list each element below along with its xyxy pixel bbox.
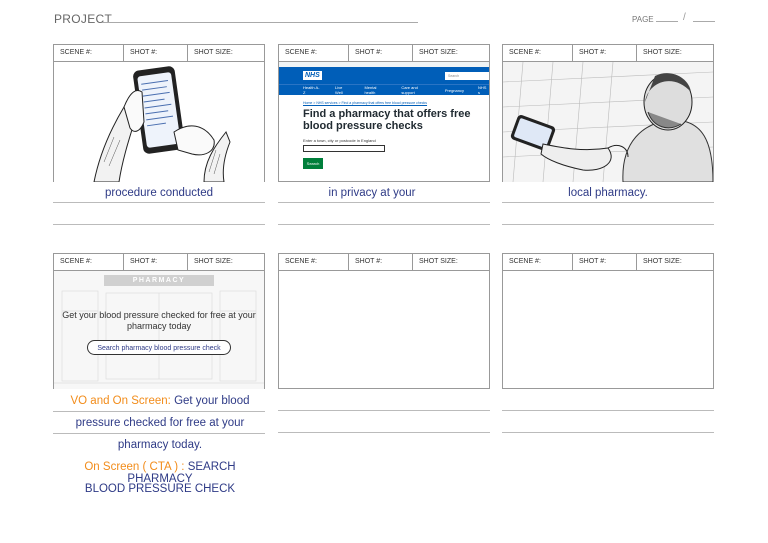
vo-label: VO and On Screen: xyxy=(70,395,171,407)
frame-image-empty xyxy=(503,271,713,389)
frame-image-empty xyxy=(279,271,489,389)
cta-line-1: On Screen ( CTA ) : SEARCH PHARMACY xyxy=(54,461,266,485)
shot-label: SHOT #: xyxy=(349,254,413,270)
page-total-line xyxy=(693,21,715,22)
caption-line xyxy=(53,224,265,225)
frame-header: SCENE #: SHOT #: SHOT SIZE: xyxy=(54,254,264,271)
storyboard-frame-4: SCENE #: SHOT #: SHOT SIZE: PHARMACY Get… xyxy=(53,253,265,389)
nhs-nav-item: Live Well xyxy=(335,85,343,95)
caption-line xyxy=(502,202,714,203)
storyboard-frame-3: SCENE #: SHOT #: SHOT SIZE: xyxy=(502,44,714,182)
nhs-logo: NHS xyxy=(303,71,322,80)
pharmacy-sign: PHARMACY xyxy=(104,275,214,286)
nhs-search-input: Search xyxy=(445,72,489,80)
man-looking-at-phone-illustration xyxy=(503,62,713,182)
nhs-postcode-input xyxy=(303,145,385,152)
caption-line xyxy=(53,411,265,412)
frame-image-man-phone xyxy=(503,62,713,182)
nhs-input-label: Enter a town, city or postcode in Englan… xyxy=(303,138,376,143)
cta-line-2: BLOOD PRESSURE CHECK xyxy=(84,483,236,495)
caption-line xyxy=(278,224,490,225)
frame-1-caption: procedure conducted xyxy=(104,187,214,199)
caption-line xyxy=(53,202,265,203)
shot-size-label: SHOT SIZE: xyxy=(643,258,682,265)
scene-label: SCENE #: xyxy=(279,45,349,61)
pharmacy-cta-text: Get your blood pressure checked for free… xyxy=(62,310,256,331)
pharmacy-cta-button: Search pharmacy blood pressure check xyxy=(87,340,231,355)
project-name-line xyxy=(102,22,418,23)
storyboard-frame-5: SCENE #: SHOT #: SHOT SIZE: xyxy=(278,253,490,389)
frame-2-caption: in privacy at your xyxy=(328,187,416,199)
page-number-line xyxy=(656,21,678,22)
caption-line xyxy=(502,410,714,411)
storyboard-frame-1: SCENE #: SHOT #: SHOT SIZE: xyxy=(53,44,265,182)
frame-header: SCENE #: SHOT #: SHOT SIZE: xyxy=(54,45,264,62)
hands-holding-phone-illustration xyxy=(54,62,264,182)
scene-label: SCENE #: xyxy=(54,254,124,270)
frame-header: SCENE #: SHOT #: SHOT SIZE: xyxy=(279,45,489,62)
vo-line-1: VO and On Screen: Get your blood xyxy=(54,395,266,407)
frame-3-caption: local pharmacy. xyxy=(568,187,648,199)
shot-label: SHOT #: xyxy=(124,45,188,61)
vo-line-3: pharmacy today. xyxy=(117,439,203,451)
shot-size-label: SHOT SIZE: xyxy=(194,49,233,56)
shot-label: SHOT #: xyxy=(349,45,413,61)
shot-label: SHOT #: xyxy=(573,45,637,61)
nhs-nav: Health A-Z Live Well Mental health Care … xyxy=(279,84,489,95)
frame-header: SCENE #: SHOT #: SHOT SIZE: xyxy=(503,45,713,62)
shot-label: SHOT #: xyxy=(573,254,637,270)
storyboard-frame-6: SCENE #: SHOT #: SHOT SIZE: xyxy=(502,253,714,389)
caption-line xyxy=(502,224,714,225)
scene-label: SCENE #: xyxy=(503,254,573,270)
nhs-nav-item: Care and support xyxy=(401,85,418,95)
scene-label: SCENE #: xyxy=(279,254,349,270)
shot-label: SHOT #: xyxy=(124,254,188,270)
nhs-breadcrumb: Home > NHS services > Find a pharmacy th… xyxy=(303,101,428,105)
caption-line xyxy=(502,432,714,433)
shot-size-label: SHOT SIZE: xyxy=(419,258,458,265)
project-label: PROJECT xyxy=(54,12,113,26)
page-label: PAGE xyxy=(632,15,654,24)
shot-size-label: SHOT SIZE: xyxy=(643,49,682,56)
nhs-nav-item: Mental health xyxy=(364,85,377,95)
frame-header: SCENE #: SHOT #: SHOT SIZE: xyxy=(503,254,713,271)
caption-line xyxy=(278,410,490,411)
page-separator: / xyxy=(683,12,686,23)
frame-image-hands-phone xyxy=(54,62,264,182)
nhs-nav-item: Pregnancy xyxy=(444,87,464,93)
scene-label: SCENE #: xyxy=(503,45,573,61)
caption-line xyxy=(278,432,490,433)
frame-image-nhs-page: NHS Search Health A-Z Live Well Mental h… xyxy=(279,62,489,182)
caption-line xyxy=(278,202,490,203)
nhs-nav-item: NHS s xyxy=(477,85,487,95)
nhs-search-button: Search xyxy=(303,158,323,169)
frame-image-pharmacy-cta: PHARMACY Get your blood pressure checked… xyxy=(54,271,264,389)
vo-text: Get your blood xyxy=(174,395,250,407)
shot-size-label: SHOT SIZE: xyxy=(194,258,233,265)
frame-header: SCENE #: SHOT #: SHOT SIZE: xyxy=(279,254,489,271)
nhs-nav-item: Health A-Z xyxy=(303,85,320,95)
cta-label: On Screen ( CTA ) : xyxy=(84,461,185,473)
scene-label: SCENE #: xyxy=(54,45,124,61)
vo-line-2: pressure checked for free at your xyxy=(75,417,245,429)
storyboard-frame-2: SCENE #: SHOT #: SHOT SIZE: NHS Search H… xyxy=(278,44,490,182)
caption-line xyxy=(53,433,265,434)
shot-size-label: SHOT SIZE: xyxy=(419,49,458,56)
nhs-heading: Find a pharmacy that offers free blood p… xyxy=(303,108,471,132)
nhs-header-bar: NHS Search xyxy=(279,67,489,84)
